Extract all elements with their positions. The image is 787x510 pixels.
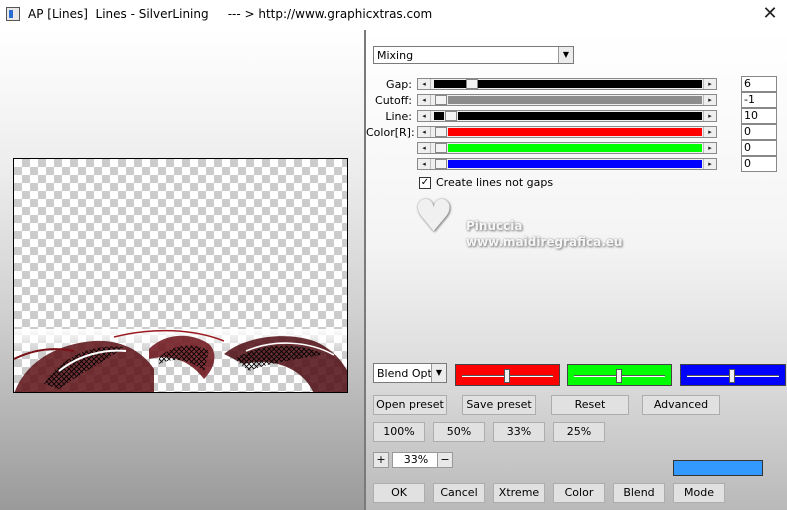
color-g-slider-fill [448, 144, 702, 152]
blend-button[interactable]: Blend [613, 483, 665, 503]
color-g-slider[interactable]: ◂ ▸ [417, 142, 717, 154]
chevron-down-icon: ▼ [431, 364, 446, 382]
blend-blue-slider-knob[interactable] [729, 369, 735, 383]
line-slider-fill-left [434, 112, 444, 120]
cancel-button[interactable]: Cancel [433, 483, 485, 503]
ok-button[interactable]: OK [373, 483, 425, 503]
line-slider[interactable]: ◂ ▸ [417, 110, 717, 122]
color-b-value[interactable]: 0 [741, 156, 777, 172]
create-lines-label[interactable]: Create lines not gaps [436, 176, 553, 189]
cutoff-label: Cutoff: [375, 94, 412, 107]
arrow-right-icon[interactable]: ▸ [703, 79, 716, 89]
mode-dropdown[interactable]: Mixing ▼ [373, 46, 574, 64]
color-r-slider-fill [448, 128, 702, 136]
zoom-value[interactable]: 33% [392, 452, 440, 468]
advanced-button[interactable]: Advanced [642, 395, 720, 415]
open-preset-button[interactable]: Open preset [373, 395, 447, 415]
color-r-value[interactable]: 0 [741, 124, 777, 140]
controls-panel: Mixing ▼ Gap: ◂ ▸ 6 Cutoff: ◂ ▸ -1 Line:… [366, 30, 787, 510]
preview-artwork [14, 329, 347, 392]
blend-green-slider-knob[interactable] [616, 369, 622, 383]
create-lines-checkbox[interactable]: ✓ [419, 177, 431, 189]
line-value[interactable]: 10 [741, 108, 777, 124]
xtreme-button[interactable]: Xtreme [493, 483, 545, 503]
color-b-slider-fill [448, 160, 702, 168]
color-button[interactable]: Color [553, 483, 605, 503]
mode-button[interactable]: Mode [673, 483, 725, 503]
window-title: AP [Lines] Lines - SilverLining --- > ht… [28, 7, 433, 21]
gap-value[interactable]: 6 [741, 76, 777, 92]
blend-options-value: Blend Opti [377, 367, 435, 380]
color-r-slider-thumb[interactable] [435, 127, 447, 137]
zoom-in-button[interactable]: + [373, 452, 389, 468]
color-swatch[interactable] [673, 460, 763, 476]
zoom-33-button[interactable]: 33% [493, 422, 545, 442]
arrow-left-icon[interactable]: ◂ [418, 159, 431, 169]
arrow-right-icon[interactable]: ▸ [703, 127, 716, 137]
cutoff-slider-thumb[interactable] [435, 95, 447, 105]
cutoff-value[interactable]: -1 [741, 92, 777, 108]
blend-blue-slider[interactable] [680, 364, 786, 386]
arrow-right-icon[interactable]: ▸ [703, 143, 716, 153]
zoom-100-button[interactable]: 100% [373, 422, 425, 442]
line-slider-fill [458, 112, 702, 120]
blend-red-slider-knob[interactable] [504, 369, 510, 383]
arrow-left-icon[interactable]: ◂ [418, 127, 431, 137]
cutoff-slider[interactable]: ◂ ▸ [417, 94, 717, 106]
color-r-slider[interactable]: ◂ ▸ [417, 126, 717, 138]
close-icon[interactable]: ✕ [757, 3, 783, 25]
line-label: Line: [385, 110, 412, 123]
arrow-left-icon[interactable]: ◂ [418, 143, 431, 153]
arrow-right-icon[interactable]: ▸ [703, 111, 716, 121]
color-b-slider[interactable]: ◂ ▸ [417, 158, 717, 170]
arrow-right-icon[interactable]: ▸ [703, 159, 716, 169]
title-bar: AP [Lines] Lines - SilverLining --- > ht… [0, 0, 787, 30]
gap-slider-thumb[interactable] [466, 79, 478, 89]
arrow-right-icon[interactable]: ▸ [703, 95, 716, 105]
blend-green-slider[interactable] [567, 364, 672, 386]
gap-slider[interactable]: ◂ ▸ [417, 78, 717, 90]
chevron-down-icon: ▼ [558, 47, 573, 63]
line-slider-thumb[interactable] [445, 111, 457, 121]
gap-label: Gap: [386, 78, 412, 91]
zoom-25-button[interactable]: 25% [553, 422, 605, 442]
color-g-slider-thumb[interactable] [435, 143, 447, 153]
app-icon [6, 7, 20, 21]
watermark-name: Pinuccia [466, 219, 523, 233]
blend-red-slider[interactable] [455, 364, 560, 386]
arrow-left-icon[interactable]: ◂ [418, 95, 431, 105]
save-preset-button[interactable]: Save preset [462, 395, 536, 415]
color-b-slider-thumb[interactable] [435, 159, 447, 169]
color-r-label: Color[R]: [366, 126, 415, 139]
zoom-50-button[interactable]: 50% [433, 422, 485, 442]
reset-button[interactable]: Reset [551, 395, 629, 415]
cutoff-slider-fill [448, 96, 702, 104]
preview-canvas[interactable] [13, 158, 348, 393]
preview-panel [0, 30, 364, 510]
watermark-url: www.maidiregrafica.eu [466, 235, 623, 249]
color-g-value[interactable]: 0 [741, 140, 777, 156]
arrow-left-icon[interactable]: ◂ [418, 79, 431, 89]
arrow-left-icon[interactable]: ◂ [418, 111, 431, 121]
mode-dropdown-value: Mixing [377, 49, 414, 62]
heart-smiley-icon: ♥ [414, 191, 454, 242]
blend-options-dropdown[interactable]: Blend Opti ▼ [373, 363, 447, 383]
zoom-out-button[interactable]: − [437, 452, 453, 468]
